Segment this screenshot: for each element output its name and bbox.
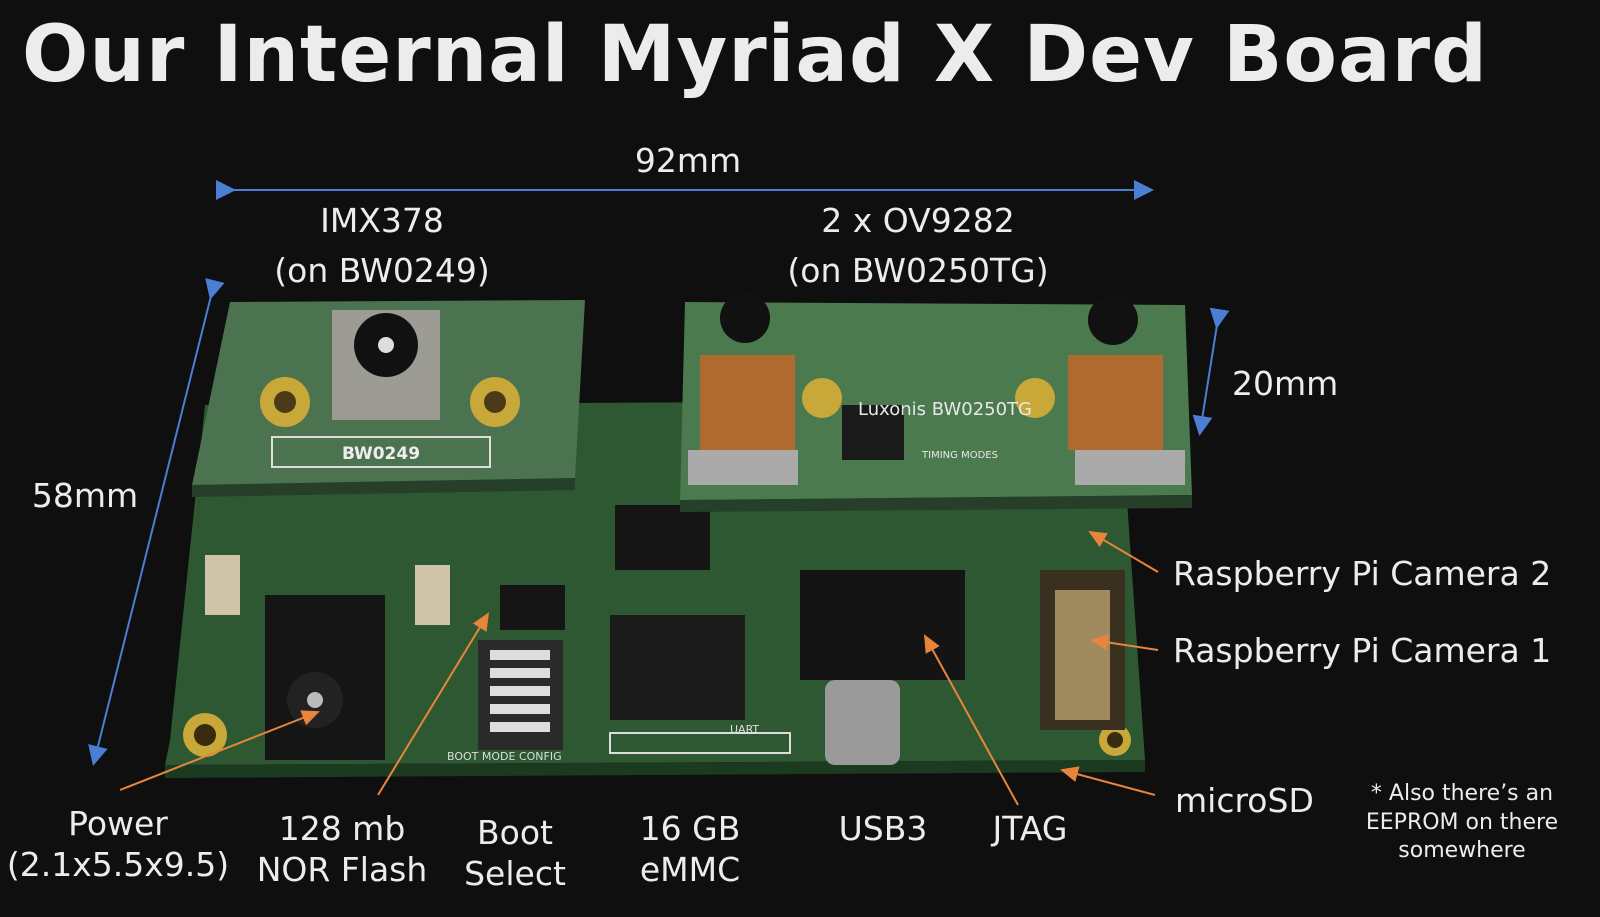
- callout-power: Power (2.1x5.5x9.5): [6, 804, 230, 885]
- callout-usb3: USB3: [838, 809, 928, 848]
- callout-rpi-camera-2: Raspberry Pi Camera 2: [1173, 554, 1552, 593]
- callout-microsd: microSD: [1175, 781, 1314, 820]
- usb3-connector: [825, 680, 900, 765]
- svg-text:Luxonis BW0250TG: Luxonis BW0250TG: [858, 399, 1032, 420]
- right-camera-board: (on BW0250TG): [787, 251, 1049, 290]
- bw0250tg-camera-board: Luxonis BW0250TG TIMING MODES: [680, 293, 1192, 512]
- callout-boot-select: Boot Select: [464, 813, 566, 894]
- callout-jtag: JTAG: [992, 809, 1068, 848]
- callout-nor-flash: 128 mb NOR Flash: [256, 809, 428, 890]
- microsd-callout-arrow: [1060, 766, 1156, 796]
- depth-label: 20mm: [1232, 364, 1339, 403]
- width-label: 92mm: [634, 141, 742, 180]
- emmc-chip: [610, 615, 745, 720]
- callout-rpi-camera-1: Raspberry Pi Camera 1: [1173, 631, 1552, 670]
- right-camera-sensor: 2 x OV9282: [821, 201, 1015, 240]
- height-label: 58mm: [31, 476, 139, 515]
- svg-text:BOOT MODE CONFIG: BOOT MODE CONFIG: [447, 750, 562, 763]
- svg-text:BW0249: BW0249: [342, 444, 420, 464]
- board-photo: UART BOOT MODE CONFIG BW0249 Luxonis BW0…: [88, 180, 1230, 806]
- nor-flash-chip: [500, 585, 565, 630]
- bw0249-camera-board: BW0249: [192, 300, 585, 497]
- depth-dimension-arrow: [1192, 307, 1230, 436]
- left-camera-board: (on BW0249): [274, 251, 490, 290]
- callout-emmc: 16 GB eMMC: [639, 809, 741, 890]
- svg-text:TIMING MODES: TIMING MODES: [921, 450, 998, 461]
- svg-text:UART: UART: [730, 723, 759, 736]
- left-camera-sensor: IMX378: [320, 201, 444, 240]
- footnote: * Also there’s an EEPROM on there somewh…: [1365, 781, 1559, 864]
